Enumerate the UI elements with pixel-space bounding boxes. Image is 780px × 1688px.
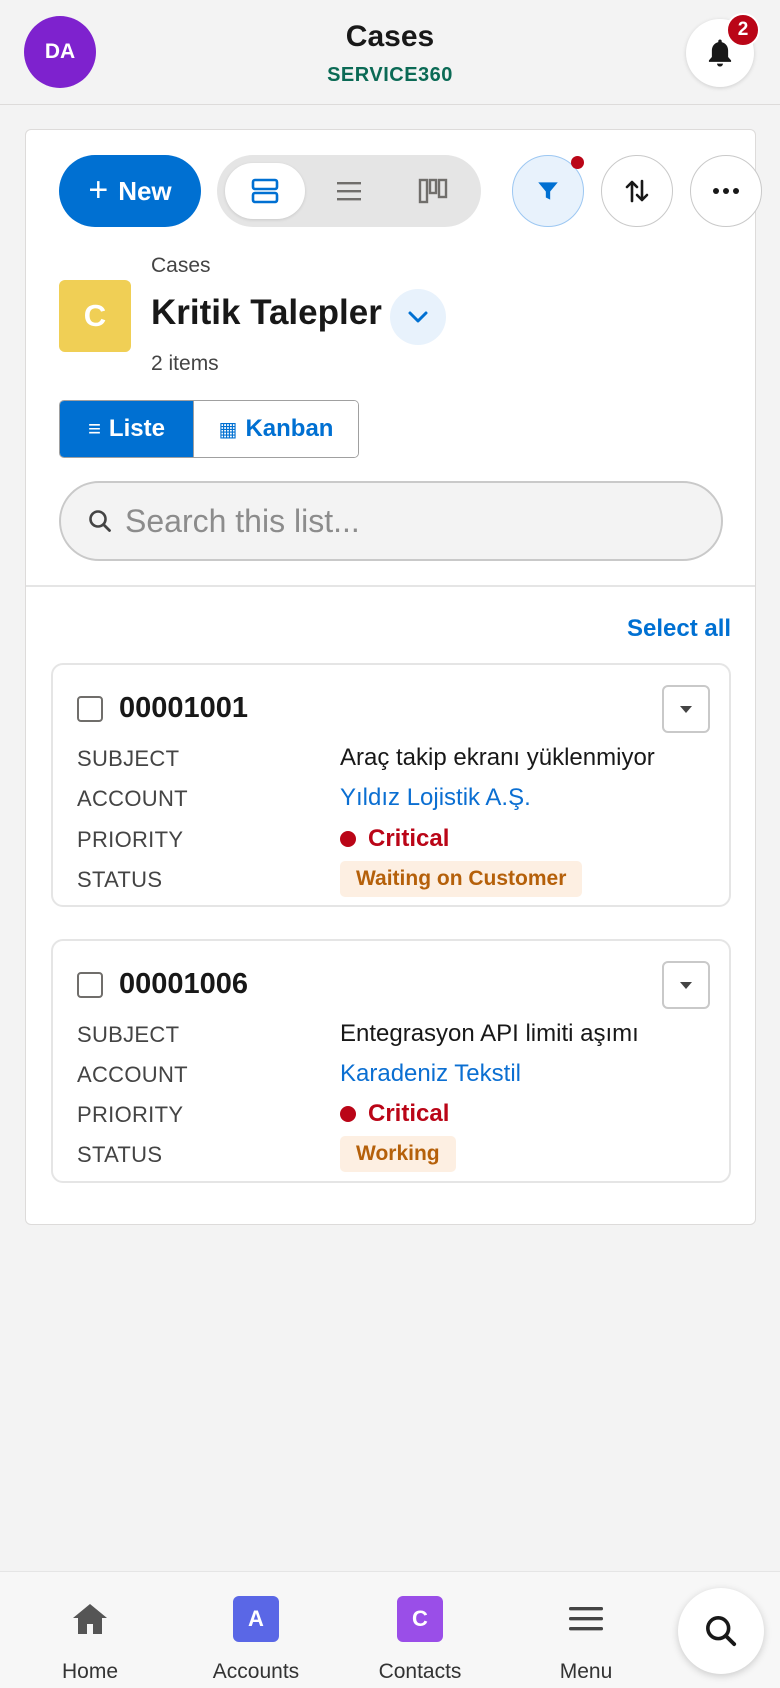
status-label: STATUS bbox=[77, 867, 163, 892]
case-number[interactable]: 00001001 bbox=[119, 692, 248, 725]
nav-accounts-label: Accounts bbox=[212, 1660, 300, 1683]
search-input[interactable] bbox=[125, 483, 705, 559]
nav-contacts[interactable]: C Contacts bbox=[350, 1572, 490, 1688]
compact-view-button[interactable] bbox=[225, 163, 305, 219]
nav-home-label: Home bbox=[61, 1660, 119, 1683]
case-checkbox[interactable] bbox=[77, 972, 103, 998]
case-card[interactable]: 00001006 SUBJECT Entegrasyon API limiti … bbox=[51, 939, 731, 1183]
case-actions-menu-button[interactable] bbox=[662, 685, 710, 733]
new-button[interactable]: + New bbox=[59, 155, 201, 227]
case-actions-menu-button[interactable] bbox=[662, 961, 710, 1009]
caret-down-icon bbox=[680, 706, 692, 713]
liste-tab-label: Liste bbox=[108, 415, 165, 442]
new-button-label: New bbox=[118, 175, 172, 206]
kanban-view-icon bbox=[418, 178, 448, 204]
list-view-button[interactable] bbox=[309, 163, 389, 219]
notification-count-badge: 2 bbox=[726, 13, 760, 47]
filter-active-indicator bbox=[571, 156, 584, 169]
status-badge: Working bbox=[340, 1136, 456, 1172]
search-box bbox=[59, 481, 723, 561]
kanban-tab-label: Kanban bbox=[245, 415, 334, 442]
cases-object-icon: C bbox=[59, 280, 131, 352]
global-search-button[interactable] bbox=[678, 1588, 764, 1674]
nav-menu-label: Menu bbox=[559, 1660, 613, 1683]
list-view-icon bbox=[337, 182, 361, 201]
nav-contacts-label: Contacts bbox=[378, 1660, 462, 1683]
account-link[interactable]: Karadeniz Tekstil bbox=[340, 1060, 521, 1088]
accounts-icon: A bbox=[233, 1596, 279, 1642]
item-count: 2 items bbox=[151, 352, 219, 375]
priority-text: Critical bbox=[368, 825, 450, 852]
contacts-icon: C bbox=[397, 1596, 443, 1642]
select-all-link[interactable]: Select all bbox=[627, 615, 731, 643]
app-name: SERVICE360 bbox=[327, 64, 453, 86]
case-card[interactable]: 00001001 SUBJECT Araç takip ekranı yükle… bbox=[51, 663, 731, 907]
subject-value: Araç takip ekranı yüklenmiyor bbox=[340, 744, 655, 771]
liste-tab[interactable]: ≡ Liste bbox=[60, 401, 193, 457]
display-mode-segmented: ≡ Liste ▦ Kanban bbox=[59, 400, 359, 458]
filter-icon bbox=[538, 182, 558, 200]
priority-dot-icon bbox=[340, 831, 356, 847]
account-label: ACCOUNT bbox=[77, 786, 188, 811]
grid-icon: ▦ bbox=[218, 418, 238, 441]
status-label: STATUS bbox=[77, 1142, 163, 1167]
section-divider bbox=[26, 585, 755, 587]
chevron-down-icon bbox=[408, 311, 428, 323]
bottom-navigation: Home A Accounts C Contacts Menu bbox=[0, 1571, 780, 1688]
subject-value: Entegrasyon API limiti aşımı bbox=[340, 1020, 639, 1047]
search-icon bbox=[89, 510, 111, 532]
subject-label: SUBJECT bbox=[77, 746, 180, 771]
case-checkbox[interactable] bbox=[77, 696, 103, 722]
list-icon: ≡ bbox=[88, 416, 101, 441]
list-view-picker-button[interactable] bbox=[390, 289, 446, 345]
more-icon bbox=[713, 188, 739, 194]
page-title: Cases bbox=[345, 20, 435, 53]
home-icon bbox=[67, 1596, 113, 1642]
case-number[interactable]: 00001006 bbox=[119, 968, 248, 1001]
kanban-tab[interactable]: ▦ Kanban bbox=[193, 401, 358, 457]
caret-down-icon bbox=[680, 982, 692, 989]
subject-label: SUBJECT bbox=[77, 1022, 180, 1047]
compact-view-icon bbox=[251, 178, 279, 204]
priority-label: PRIORITY bbox=[77, 1102, 184, 1127]
object-label: Cases bbox=[151, 254, 211, 277]
more-actions-button[interactable] bbox=[690, 155, 762, 227]
sort-icon bbox=[625, 179, 649, 203]
menu-icon bbox=[563, 1596, 609, 1642]
kanban-view-button[interactable] bbox=[393, 163, 473, 219]
priority-value: Critical bbox=[340, 825, 449, 853]
nav-menu[interactable]: Menu bbox=[516, 1572, 656, 1688]
priority-value: Critical bbox=[340, 1100, 449, 1128]
list-view-card: + New Cases C Kritik Talepler 2 items ≡ … bbox=[25, 129, 762, 1225]
list-view-name: Kritik Talepler bbox=[151, 293, 382, 332]
account-label: ACCOUNT bbox=[77, 1062, 188, 1087]
priority-dot-icon bbox=[340, 1106, 356, 1122]
priority-text: Critical bbox=[368, 1100, 450, 1127]
priority-label: PRIORITY bbox=[77, 827, 184, 852]
status-badge: Waiting on Customer bbox=[340, 861, 583, 897]
view-mode-toggle bbox=[217, 155, 481, 227]
account-link[interactable]: Yıldız Lojistik A.Ş. bbox=[340, 784, 531, 812]
top-header: DA Cases SERVICE360 2 bbox=[0, 0, 780, 105]
nav-accounts[interactable]: A Accounts bbox=[186, 1572, 326, 1688]
plus-icon: + bbox=[88, 170, 109, 209]
nav-home[interactable]: Home bbox=[20, 1572, 160, 1688]
search-icon bbox=[706, 1616, 737, 1647]
sort-button[interactable] bbox=[601, 155, 673, 227]
